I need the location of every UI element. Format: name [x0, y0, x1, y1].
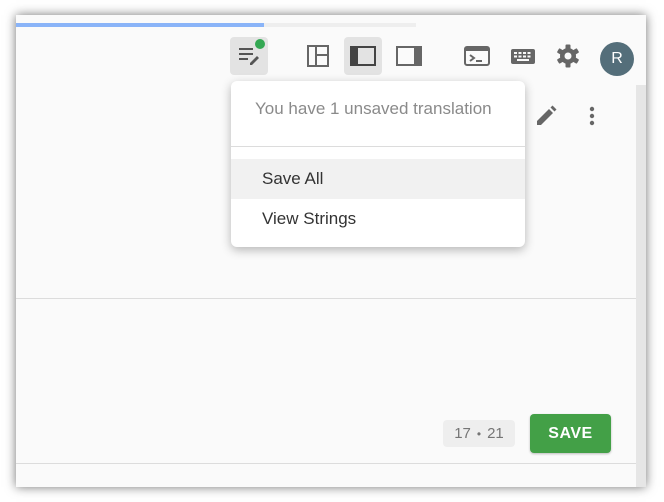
- toolbar: R: [16, 27, 646, 85]
- counter-separator: •: [476, 426, 482, 441]
- divider: [16, 298, 636, 299]
- translations-button[interactable]: [230, 37, 268, 75]
- gear-icon: [554, 42, 582, 70]
- user-avatar[interactable]: R: [600, 42, 634, 76]
- terminal-button[interactable]: [458, 37, 496, 75]
- menu-item-view-strings[interactable]: View Strings: [231, 199, 525, 239]
- unsaved-status-dot: [255, 39, 265, 49]
- divider: [16, 463, 636, 464]
- layout-grid-button[interactable]: [299, 37, 337, 75]
- menu-item-save-all[interactable]: Save All: [231, 159, 525, 199]
- app-window: R 17 • 21 SAVE You have 1 unsaved transl…: [16, 15, 646, 487]
- terminal-icon: [463, 43, 491, 69]
- menu-divider: [231, 146, 525, 147]
- keyboard-icon: [509, 43, 537, 69]
- layout-sidebar-right-icon: [395, 43, 423, 69]
- layout-grid-icon: [305, 43, 331, 69]
- save-button[interactable]: SAVE: [530, 414, 611, 453]
- settings-button[interactable]: [549, 37, 587, 75]
- layout-sidebar-left-button[interactable]: [344, 37, 382, 75]
- counter-current: 17: [454, 425, 471, 442]
- keyboard-button[interactable]: [504, 37, 542, 75]
- menu-header: You have 1 unsaved translation: [255, 99, 492, 118]
- more-vert-icon[interactable]: [584, 103, 600, 134]
- scrollbar-track[interactable]: [636, 85, 646, 487]
- layout-sidebar-right-button[interactable]: [390, 37, 428, 75]
- layout-sidebar-left-icon: [349, 43, 377, 69]
- translations-menu: You have 1 unsaved translation Save All …: [231, 81, 525, 247]
- pencil-edit-icon[interactable]: [533, 103, 559, 134]
- counter-total: 21: [487, 425, 504, 442]
- character-counter: 17 • 21: [443, 420, 515, 447]
